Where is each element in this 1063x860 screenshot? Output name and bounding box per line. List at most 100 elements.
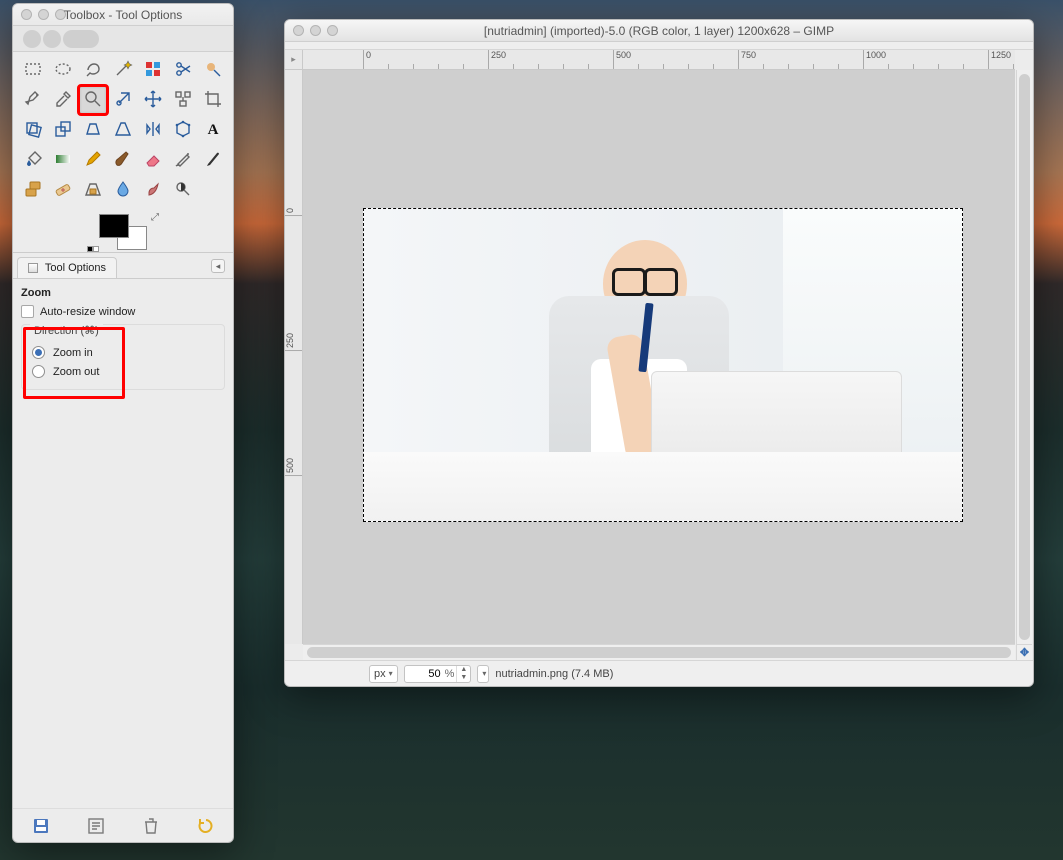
- auto-resize-checkbox[interactable]: Auto-resize window: [21, 305, 225, 318]
- ruler-tick: 500: [285, 458, 302, 476]
- tool-perspective[interactable]: [109, 116, 137, 144]
- restore-tool-options-icon[interactable]: [86, 816, 106, 836]
- image-window: [nutriadmin] (imported)-5.0 (RGB color, …: [284, 19, 1034, 687]
- close-icon[interactable]: [293, 25, 304, 36]
- tool-flip[interactable]: [139, 116, 167, 144]
- blur-sharpen-icon: [113, 179, 133, 202]
- foreground-color[interactable]: [99, 214, 129, 238]
- tool-clone[interactable]: [19, 176, 47, 204]
- ruler-origin-icon[interactable]: ▸: [285, 50, 303, 70]
- save-tool-options-icon[interactable]: [31, 816, 51, 836]
- tool-free-select[interactable]: [79, 56, 107, 84]
- flip-icon: [143, 119, 163, 142]
- zoom-spinner[interactable]: % ▲▼: [404, 665, 472, 683]
- spin-down-icon[interactable]: ▼: [457, 674, 470, 682]
- chevron-down-icon: ▾: [482, 669, 486, 678]
- tool-crop[interactable]: [199, 86, 227, 114]
- tool-ellipse-select[interactable]: [49, 56, 77, 84]
- tool-rotate[interactable]: [19, 116, 47, 144]
- image-content: [364, 209, 962, 521]
- tool-blur-sharpen[interactable]: [109, 176, 137, 204]
- tool-rect-select[interactable]: [19, 56, 47, 84]
- tool-options-section-title: Zoom: [21, 287, 225, 299]
- zoom-in-label: Zoom in: [53, 347, 93, 359]
- default-colors-icon[interactable]: [87, 246, 99, 252]
- tool-zoom[interactable]: [79, 86, 107, 114]
- move-icon: [143, 89, 163, 112]
- zoom-dropdown[interactable]: ▾: [477, 665, 489, 683]
- tool-airbrush[interactable]: [169, 146, 197, 174]
- status-text: nutriadmin.png (7.4 MB): [495, 668, 613, 680]
- vertical-scrollbar[interactable]: [1016, 70, 1032, 644]
- tool-paths[interactable]: [19, 86, 47, 114]
- minimize-icon[interactable]: [38, 9, 49, 20]
- color-picker-icon: [53, 89, 73, 112]
- tool-shear[interactable]: [79, 116, 107, 144]
- zoom-out-radio[interactable]: Zoom out: [22, 362, 224, 381]
- collapse-icon[interactable]: ◂: [211, 259, 225, 273]
- zoom-suffix: %: [443, 668, 457, 680]
- rotate-icon: [23, 119, 43, 142]
- zoom-window-icon[interactable]: [55, 9, 66, 20]
- tool-scale[interactable]: [49, 116, 77, 144]
- tool-scissors[interactable]: [169, 56, 197, 84]
- tool-color-picker[interactable]: [49, 86, 77, 114]
- toolbox-titlebar[interactable]: Toolbox - Tool Options: [13, 4, 233, 26]
- image-window-menubar[interactable]: [285, 42, 1033, 50]
- minimize-icon[interactable]: [310, 25, 321, 36]
- tool-perspective-clone[interactable]: [79, 176, 107, 204]
- direction-label: Direction (⌘): [30, 324, 103, 337]
- chevron-down-icon: ▾: [389, 669, 393, 678]
- tool-pencil[interactable]: [79, 146, 107, 174]
- reset-tool-options-icon[interactable]: [196, 816, 216, 836]
- horizontal-scrollbar[interactable]: [303, 644, 1015, 660]
- ruler-tick: 500: [613, 50, 631, 69]
- tab-label: Tool Options: [45, 262, 106, 274]
- dodge-burn-icon: [173, 179, 193, 202]
- zoom-input[interactable]: [405, 668, 443, 680]
- tool-options-bottombar: [13, 808, 233, 836]
- crop-icon: [203, 89, 223, 112]
- tool-dodge-burn[interactable]: [169, 176, 197, 204]
- image-window-title: [nutriadmin] (imported)-5.0 (RGB color, …: [285, 24, 1033, 38]
- unit-dropdown[interactable]: px ▾: [369, 665, 398, 683]
- tool-move[interactable]: [139, 86, 167, 114]
- bucket-fill-icon: [23, 149, 43, 172]
- ellipse-select-icon: [53, 59, 73, 82]
- tool-smudge[interactable]: [139, 176, 167, 204]
- tool-by-color-select[interactable]: [139, 56, 167, 84]
- canvas-area[interactable]: [303, 70, 1015, 644]
- tool-text[interactable]: A: [199, 116, 227, 144]
- toolbox-window: Toolbox - Tool Options A ⤢ Tool Options …: [12, 3, 234, 843]
- tool-ink[interactable]: [199, 146, 227, 174]
- tool-align[interactable]: [169, 86, 197, 114]
- tool-heal[interactable]: [49, 176, 77, 204]
- spin-up-icon[interactable]: ▲: [457, 666, 470, 674]
- zoom-in-radio[interactable]: Zoom in: [22, 343, 224, 362]
- tool-measure[interactable]: [109, 86, 137, 114]
- zoom-window-icon[interactable]: [327, 25, 338, 36]
- swap-colors-icon[interactable]: ⤢: [151, 212, 159, 223]
- tool-eraser[interactable]: [139, 146, 167, 174]
- tool-cage[interactable]: [169, 116, 197, 144]
- horizontal-ruler[interactable]: 025050075010001250: [303, 50, 1015, 70]
- tool-bucket-fill[interactable]: [19, 146, 47, 174]
- delete-tool-options-icon[interactable]: [141, 816, 161, 836]
- blend-icon: [53, 149, 73, 172]
- fuzzy-select-icon: [113, 59, 133, 82]
- navigation-icon[interactable]: ✥: [1016, 644, 1032, 660]
- vertical-ruler[interactable]: 0250500: [285, 70, 303, 644]
- smudge-icon: [143, 179, 163, 202]
- image-window-titlebar[interactable]: [nutriadmin] (imported)-5.0 (RGB color, …: [285, 20, 1033, 42]
- tool-blend[interactable]: [49, 146, 77, 174]
- tab-tool-options[interactable]: Tool Options: [17, 257, 117, 278]
- image-boundary: [363, 208, 963, 522]
- tool-fuzzy-select[interactable]: [109, 56, 137, 84]
- tool-foreground-select[interactable]: [199, 56, 227, 84]
- ruler-tick: 1250: [988, 50, 1011, 69]
- airbrush-icon: [173, 149, 193, 172]
- tool-paintbrush[interactable]: [109, 146, 137, 174]
- close-icon[interactable]: [21, 9, 32, 20]
- align-icon: [173, 89, 193, 112]
- color-swatches[interactable]: ⤢: [13, 210, 233, 252]
